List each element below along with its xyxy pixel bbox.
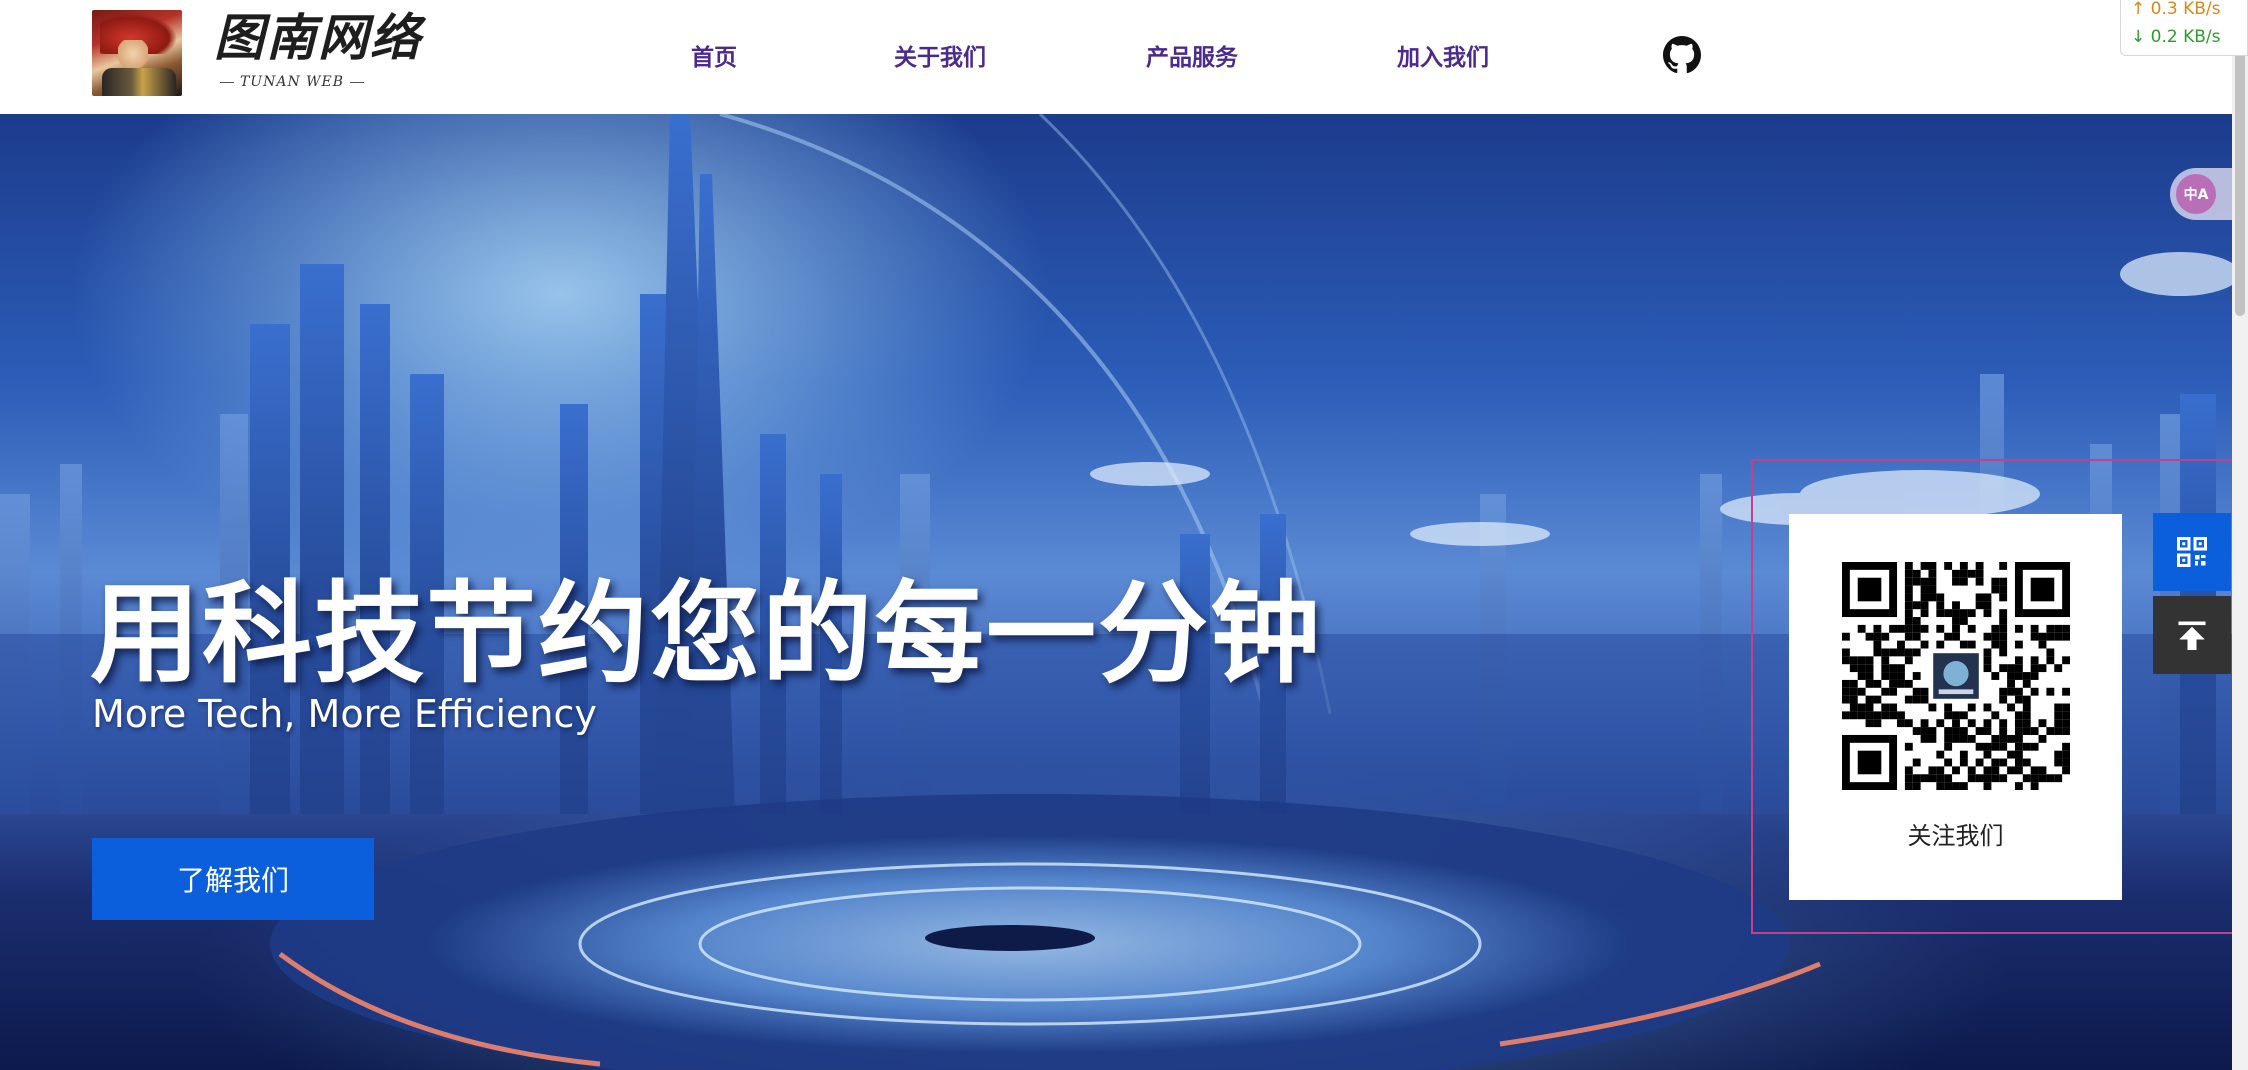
- qrcode-toggle-button[interactable]: [2153, 513, 2231, 591]
- learn-more-button[interactable]: 了解我们: [92, 838, 374, 920]
- qr-code-image: [1841, 562, 2070, 790]
- back-to-top-icon: [2178, 621, 2206, 650]
- logo-title[interactable]: 图南网络: [214, 11, 422, 65]
- qr-popup: 关注我们: [1789, 514, 2122, 900]
- hero-headline: 用科技节约您的每一分钟: [90, 570, 1322, 698]
- translate-button[interactable]: 中A: [2170, 168, 2232, 220]
- download-speed: ↓ 0.2 KB/s: [2131, 27, 2221, 47]
- upload-speed: ↑ 0.3 KB/s: [2131, 0, 2221, 19]
- site-header: 图南网络 TUNAN WEB 首页 关于我们 产品服务 加入我们: [0, 0, 2232, 114]
- qrcode-icon: [2177, 537, 2207, 567]
- network-speed-widget: ↑ 0.3 KB/s ↓ 0.2 KB/s: [2120, 0, 2248, 56]
- nav-item-products[interactable]: 产品服务: [1146, 38, 1238, 72]
- back-to-top-button[interactable]: [2153, 596, 2231, 674]
- hero-subtitle: More Tech, More Efficiency: [92, 692, 597, 736]
- github-icon[interactable]: [1663, 36, 1701, 74]
- logo-subtitle: TUNAN WEB: [220, 74, 365, 90]
- nav-item-about[interactable]: 关于我们: [894, 38, 986, 72]
- nav-item-home[interactable]: 首页: [691, 38, 737, 72]
- logo-avatar-image[interactable]: [92, 10, 182, 96]
- qr-caption: 关注我们: [1907, 822, 2004, 850]
- page-scrollbar[interactable]: [2232, 0, 2248, 1070]
- translate-icon: 中A: [2176, 174, 2216, 214]
- nav-item-join[interactable]: 加入我们: [1397, 38, 1489, 72]
